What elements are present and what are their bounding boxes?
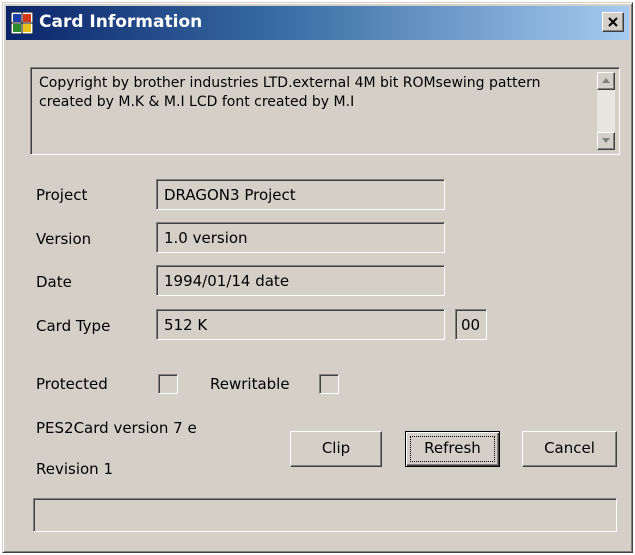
focus-rect (410, 436, 495, 462)
cancel-button[interactable]: Cancel (522, 431, 617, 467)
info-text: Copyright by brother industries LTD.exte… (39, 75, 541, 110)
close-icon (608, 17, 618, 27)
protected-label: Protected (36, 375, 108, 393)
rewritable-checkbox[interactable] (319, 374, 339, 394)
project-value: DRAGON3 Project (164, 186, 296, 204)
card-type-code: 00 (461, 316, 481, 334)
status-bar (33, 498, 617, 532)
window-title: Card Information (39, 12, 203, 32)
close-button[interactable] (602, 12, 624, 32)
card-type-code-field: 00 (455, 309, 487, 340)
project-field: DRAGON3 Project (156, 179, 445, 210)
app-version-text: PES2Card version 7 e (36, 419, 197, 437)
version-value: 1.0 version (164, 229, 248, 247)
info-text-box[interactable]: Copyright by brother industries LTD.exte… (30, 67, 620, 155)
date-label: Date (36, 273, 72, 291)
card-information-dialog: Card Information Copyright by brother in… (2, 2, 633, 553)
project-label: Project (36, 186, 88, 204)
rewritable-label: Rewritable (210, 375, 290, 393)
protected-checkbox[interactable] (158, 374, 178, 394)
info-scrollbar[interactable] (597, 72, 615, 150)
clip-button[interactable]: Clip (290, 431, 382, 467)
scroll-down-button[interactable] (597, 132, 615, 150)
card-type-field: 512 K (156, 309, 445, 340)
refresh-button[interactable]: Refresh (405, 431, 500, 467)
title-bar[interactable]: Card Information (6, 6, 629, 40)
revision-text: Revision 1 (36, 460, 113, 478)
scroll-up-button[interactable] (597, 72, 615, 90)
card-type-label: Card Type (36, 317, 111, 335)
date-value: 1994/01/14 date (164, 272, 290, 290)
date-field: 1994/01/14 date (156, 265, 445, 296)
card-type-value: 512 K (164, 316, 208, 334)
scroll-down-icon (602, 138, 610, 143)
version-label: Version (36, 230, 92, 248)
grid-app-icon (11, 12, 33, 34)
scroll-up-icon (602, 78, 610, 83)
version-field: 1.0 version (156, 222, 445, 253)
